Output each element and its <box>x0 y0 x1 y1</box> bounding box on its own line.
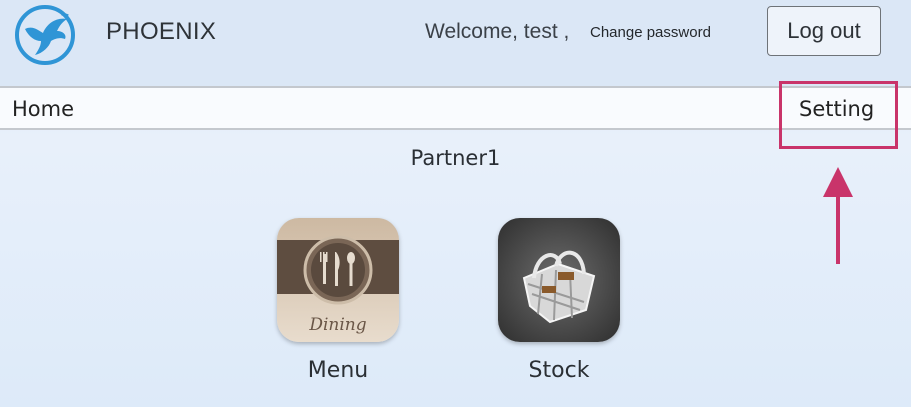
basket-icon <box>498 218 620 342</box>
welcome-text: Welcome, test , <box>425 20 570 43</box>
dining-icon: Dining <box>277 218 399 342</box>
menu-app-label: Menu <box>307 358 369 383</box>
brand-name: PHOENIX <box>106 18 217 45</box>
header-bar: PHOENIX Welcome, test , Change password … <box>0 0 911 86</box>
logout-button[interactable]: Log out <box>767 6 881 56</box>
stock-app-tile[interactable] <box>498 218 620 342</box>
nav-home-link[interactable]: Home <box>12 97 74 121</box>
phoenix-logo-icon <box>15 5 75 65</box>
setting-highlight-box <box>779 81 898 149</box>
nav-bar: Home Setting <box>0 86 911 130</box>
partner-title: Partner1 <box>410 146 501 170</box>
stock-app-label: Stock <box>528 358 590 383</box>
svg-text:Dining: Dining <box>308 315 366 335</box>
menu-app-tile[interactable]: Dining <box>277 218 399 342</box>
change-password-link[interactable]: Change password <box>590 24 711 41</box>
annotation-arrow-shaft <box>836 192 840 264</box>
